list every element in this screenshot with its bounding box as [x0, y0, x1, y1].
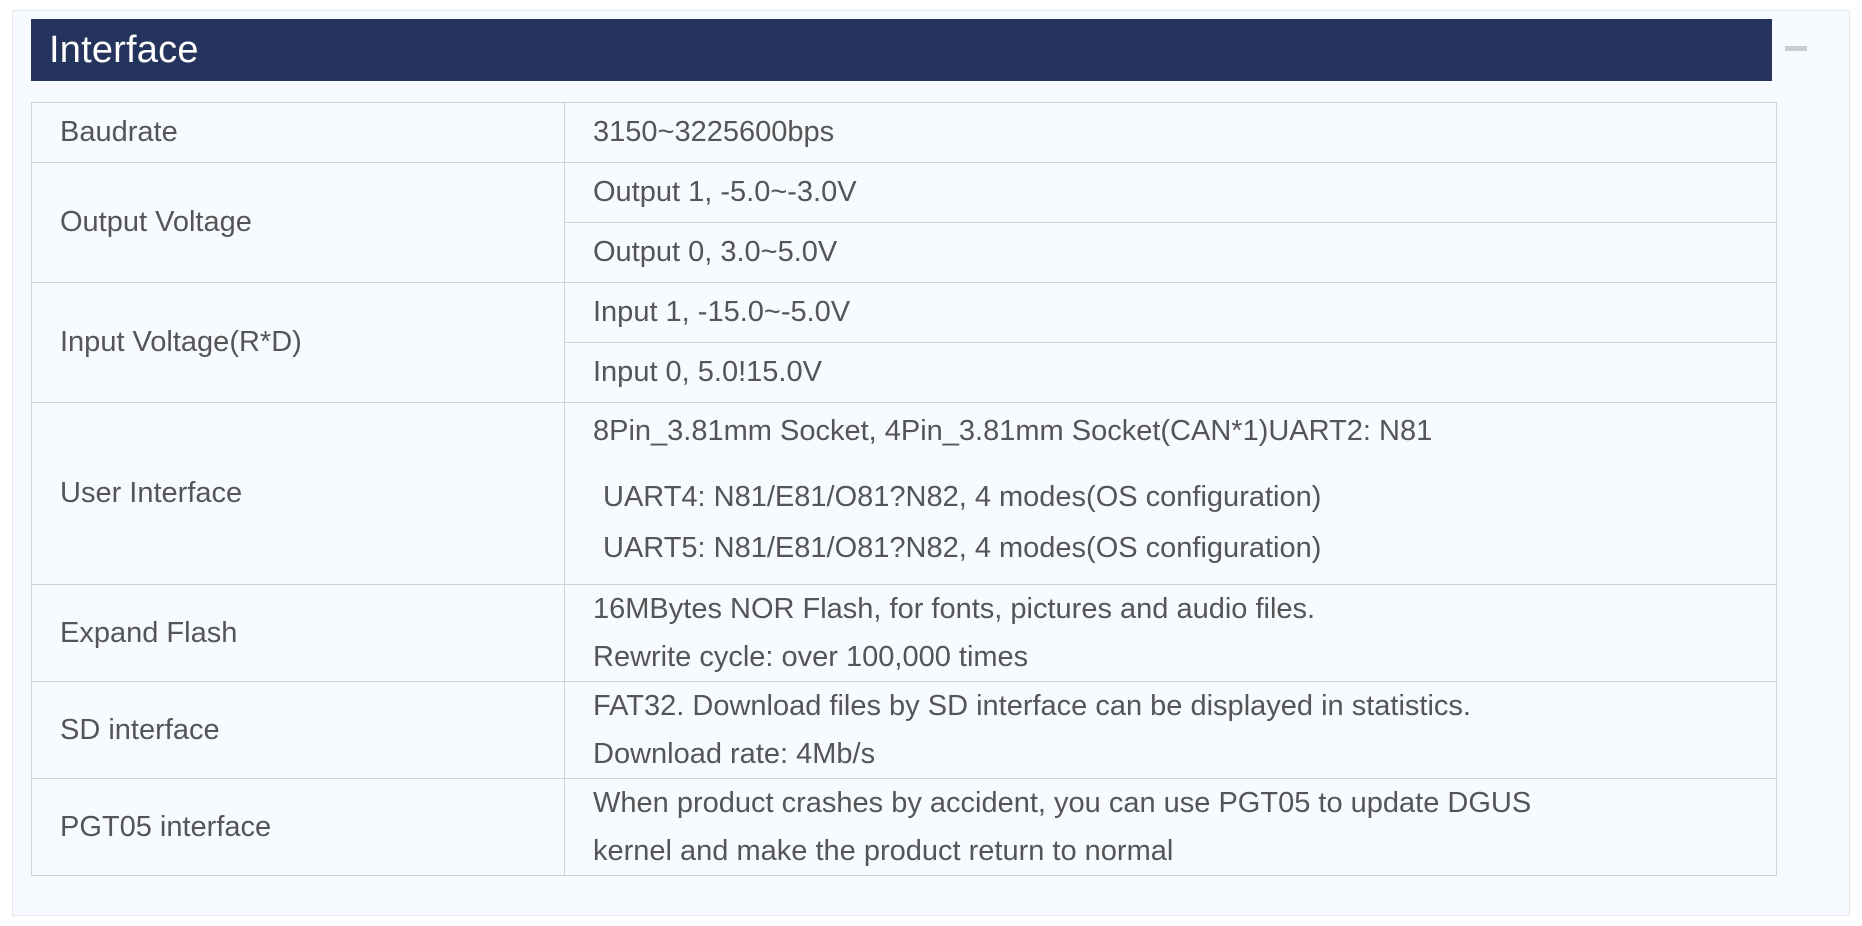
value-line: kernel and make the product return to no…: [593, 835, 1174, 867]
row-value: Input 1, -15.0~-5.0V: [564, 282, 1777, 343]
row-label: Input Voltage(R*D): [31, 282, 565, 403]
value-line: 16MBytes NOR Flash, for fonts, pictures …: [593, 593, 1316, 625]
table-row: Output Voltage Output 1, -5.0~-3.0V: [31, 162, 1777, 283]
section-header: Interface: [31, 19, 1772, 81]
row-value: FAT32. Download files by SD interface ca…: [564, 681, 1777, 779]
row-label: Baudrate: [31, 102, 565, 163]
value-line: Rewrite cycle: over 100,000 times: [593, 641, 1029, 673]
section-title: Interface: [49, 28, 199, 71]
row-label: Output Voltage: [31, 162, 565, 283]
table-row: Input Voltage(R*D) Input 1, -15.0~-5.0V: [31, 282, 1777, 403]
row-value: 3150~3225600bps: [564, 102, 1777, 163]
row-value: Output 0, 3.0~5.0V: [564, 222, 1777, 283]
value-line: UART4: N81/E81/O81?N82, 4 modes(OS confi…: [603, 480, 1322, 513]
row-value: When product crashes by accident, you ca…: [564, 778, 1777, 876]
row-value: Input 0, 5.0!15.0V: [564, 342, 1777, 403]
table-row: SD interface FAT32. Download files by SD…: [31, 681, 1777, 779]
table-row: User Interface 8Pin_3.81mm Socket, 4Pin_…: [31, 402, 1777, 585]
value-line: 8Pin_3.81mm Socket, 4Pin_3.81mm Socket(C…: [593, 414, 1433, 447]
row-label: SD interface: [31, 681, 565, 779]
value-line: FAT32. Download files by SD interface ca…: [593, 690, 1471, 722]
table-row: Expand Flash 16MBytes NOR Flash, for fon…: [31, 584, 1777, 682]
value-line: Download rate: 4Mb/s: [593, 738, 876, 770]
row-label: Expand Flash: [31, 584, 565, 682]
value-line: UART5: N81/E81/O81?N82, 4 modes(OS confi…: [603, 531, 1322, 564]
row-label: User Interface: [31, 402, 565, 585]
value-line: When product crashes by accident, you ca…: [593, 787, 1532, 819]
row-value: Output 1, -5.0~-3.0V: [564, 162, 1777, 223]
spec-table: Baudrate 3150~3225600bps Output Voltage …: [31, 102, 1777, 876]
row-value: 8Pin_3.81mm Socket, 4Pin_3.81mm Socket(C…: [564, 402, 1777, 585]
table-row: PGT05 interface When product crashes by …: [31, 778, 1777, 876]
row-value: 16MBytes NOR Flash, for fonts, pictures …: [564, 584, 1777, 682]
minus-icon[interactable]: [1785, 46, 1807, 51]
row-label: PGT05 interface: [31, 778, 565, 876]
table-row: Baudrate 3150~3225600bps: [31, 102, 1777, 163]
